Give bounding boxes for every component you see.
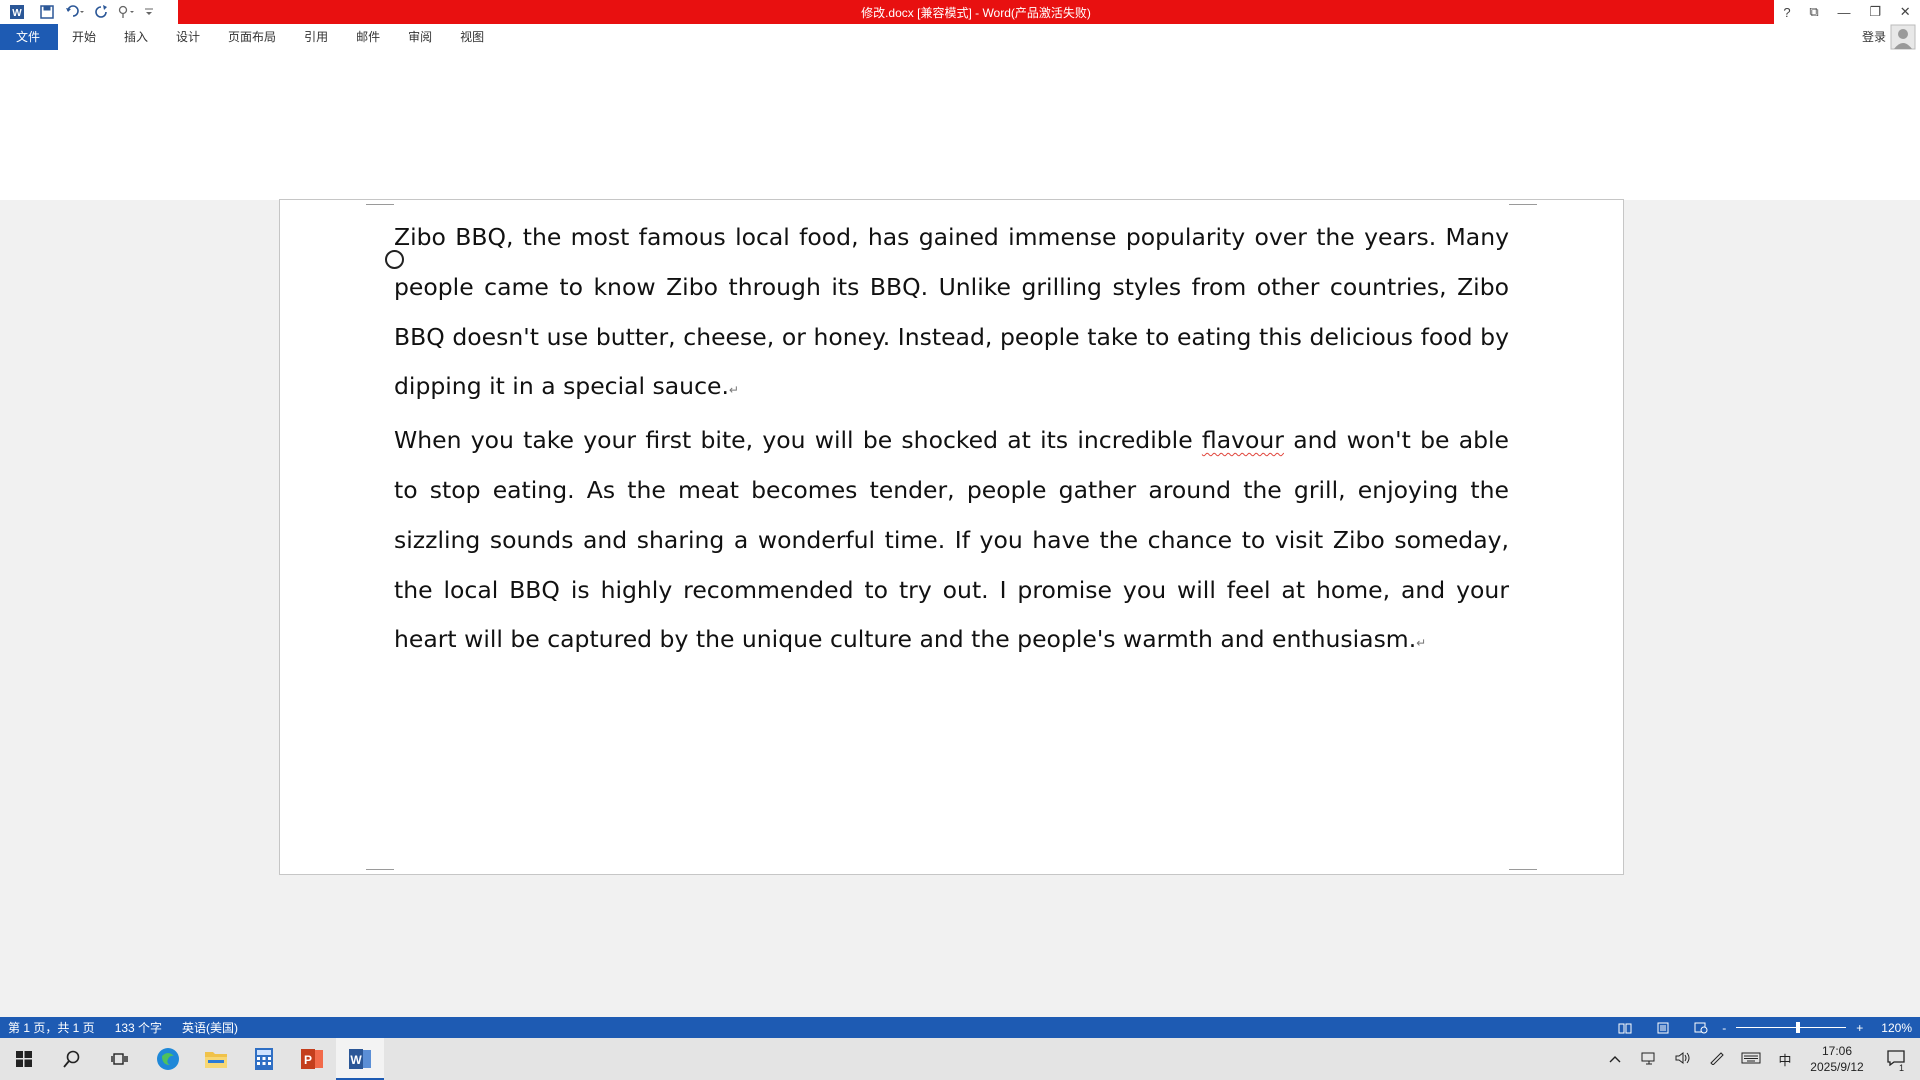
crop-mark-bottom-right	[1509, 869, 1537, 874]
crop-mark-top-left	[366, 200, 394, 205]
network-icon[interactable]	[1632, 1051, 1666, 1068]
zoom-out-button[interactable]: -	[1720, 1021, 1728, 1035]
tab-view[interactable]: 视图	[446, 24, 498, 50]
document-body[interactable]: Zibo BBQ, the most famous local food, ha…	[394, 213, 1509, 669]
clock-date: 2025/9/12	[1810, 1060, 1864, 1074]
quick-access-toolbar: W	[0, 0, 178, 24]
window-title: 修改.docx [兼容模式] - Word(产品激活失败)	[861, 5, 1091, 20]
tab-design[interactable]: 设计	[162, 24, 214, 50]
task-view-icon[interactable]	[96, 1038, 144, 1080]
status-bar: 第 1 页，共 1 页 133 个字 英语(美国) - + 120%	[0, 1017, 1920, 1038]
svg-text:W: W	[350, 1053, 362, 1067]
paragraph-2-text-after: and won't be able to stop eating. As the…	[394, 426, 1509, 654]
word-app-icon[interactable]: W	[0, 0, 34, 24]
tab-insert[interactable]: 插入	[110, 24, 162, 50]
start-icon[interactable]	[0, 1038, 48, 1080]
zoom-slider[interactable]	[1736, 1022, 1847, 1033]
undo-icon[interactable]	[60, 0, 90, 24]
paragraph-mark: ↵	[728, 383, 739, 398]
minimize-icon[interactable]: —	[1837, 5, 1850, 20]
language-indicator[interactable]: 英语(美国)	[174, 1019, 246, 1036]
crop-mark-bottom-left	[366, 869, 394, 874]
paragraph-2-text-before: When you take your first bite, you will …	[394, 426, 1202, 455]
paragraph-2[interactable]: When you take your first bite, you will …	[394, 416, 1509, 669]
close-icon[interactable]: ✕	[1900, 4, 1911, 20]
volume-icon[interactable]	[1666, 1051, 1700, 1068]
search-icon[interactable]	[48, 1038, 96, 1080]
title-bar: 修改.docx [兼容模式] - Word(产品激活失败)	[178, 0, 1774, 24]
redo-icon[interactable]	[90, 0, 114, 24]
tab-file[interactable]: 文件	[0, 24, 58, 50]
chevron-up-icon[interactable]	[1598, 1052, 1632, 1066]
taskbar: P W 中 17:06 2025/9/12 1	[0, 1038, 1920, 1080]
web-layout-icon[interactable]	[1682, 1022, 1720, 1034]
login-link[interactable]: 登录	[1862, 24, 1886, 50]
tab-home[interactable]: 开始	[58, 24, 110, 50]
tab-mailings[interactable]: 邮件	[342, 24, 394, 50]
paragraph-1[interactable]: Zibo BBQ, the most famous local food, ha…	[394, 213, 1509, 416]
zoom-in-button[interactable]: +	[1854, 1021, 1865, 1035]
window-controls: ? ⧉ — ❐ ✕	[1774, 0, 1920, 24]
pen-icon[interactable]	[1700, 1051, 1734, 1068]
customize-qat-icon[interactable]	[140, 0, 158, 24]
user-avatar-icon[interactable]	[1890, 24, 1916, 50]
touch-mode-icon[interactable]	[114, 0, 140, 24]
zoom-level[interactable]: 120%	[1865, 1021, 1920, 1035]
tab-layout[interactable]: 页面布局	[214, 24, 290, 50]
system-tray: 中 17:06 2025/9/12 1	[1598, 1038, 1920, 1080]
restore-icon[interactable]: ❐	[1869, 4, 1881, 20]
notification-center-icon[interactable]: 1	[1872, 1049, 1920, 1073]
file-explorer-icon[interactable]	[192, 1038, 240, 1080]
zoom-slider-thumb[interactable]	[1796, 1022, 1801, 1033]
tab-references[interactable]: 引用	[290, 24, 342, 50]
browser-icon[interactable]	[144, 1038, 192, 1080]
clock-time: 17:06	[1821, 1044, 1853, 1058]
svg-text:W: W	[12, 8, 22, 19]
mouse-cursor-ring	[385, 250, 404, 269]
help-icon[interactable]: ?	[1783, 5, 1790, 20]
ribbon-tabs: 文件 开始 插入 设计 页面布局 引用 邮件 审阅 视图	[0, 24, 1920, 50]
print-layout-icon[interactable]	[1644, 1022, 1682, 1034]
notification-count: 1	[1899, 1062, 1905, 1073]
page-count[interactable]: 第 1 页，共 1 页	[0, 1019, 103, 1036]
keyboard-icon[interactable]	[1734, 1052, 1768, 1067]
ribbon-collapsed-area	[0, 50, 1920, 200]
tab-review[interactable]: 审阅	[394, 24, 446, 50]
paragraph-mark: ↵	[1416, 636, 1427, 651]
svg-text:P: P	[304, 1053, 312, 1067]
powerpoint-icon[interactable]: P	[288, 1038, 336, 1080]
crop-mark-top-right	[1509, 200, 1537, 205]
save-icon[interactable]	[34, 0, 60, 24]
ime-indicator[interactable]: 中	[1768, 1050, 1802, 1069]
clock[interactable]: 17:06 2025/9/12	[1802, 1043, 1872, 1075]
read-mode-icon[interactable]	[1606, 1022, 1644, 1034]
paragraph-1-text: Zibo BBQ, the most famous local food, ha…	[394, 223, 1509, 401]
calculator-icon[interactable]	[240, 1038, 288, 1080]
word-icon[interactable]: W	[336, 1038, 384, 1080]
ribbon-display-options-icon[interactable]: ⧉	[1809, 4, 1818, 20]
misspelled-word[interactable]: flavour	[1202, 426, 1284, 454]
word-count[interactable]: 133 个字	[107, 1019, 170, 1036]
